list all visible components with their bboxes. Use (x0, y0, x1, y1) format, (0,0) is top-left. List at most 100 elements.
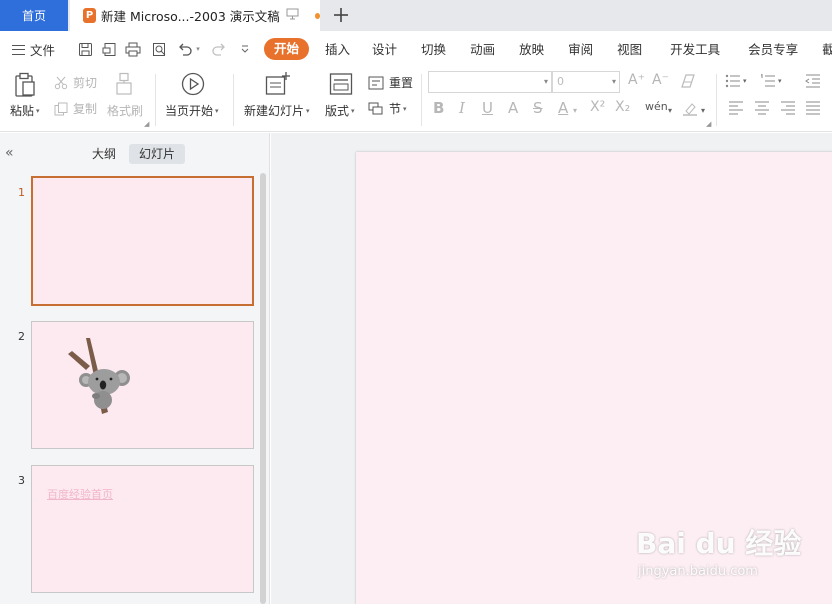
paste-icon[interactable] (13, 72, 37, 98)
align-left-icon[interactable] (728, 101, 744, 115)
file-menu-label: 文件 (30, 43, 56, 58)
new-slide-button[interactable]: 新建幻灯片 ▾ (244, 102, 310, 119)
title-bar: 首页 P 新建 Microso...-2003 演示文稿 (0, 0, 832, 31)
copy-icon (54, 102, 68, 115)
slide-number: 1 (18, 186, 25, 199)
section-label: 节 (389, 102, 402, 116)
cut-label: 剪切 (73, 76, 98, 90)
tab-slideshow[interactable]: 放映 (519, 39, 544, 58)
superscript-icon[interactable]: X² (590, 99, 605, 115)
undo-dropdown-icon[interactable]: ▾ (193, 40, 203, 58)
new-slide-icon[interactable] (265, 72, 291, 96)
align-right-icon[interactable] (780, 101, 796, 115)
slide-number: 3 (18, 474, 25, 487)
layout-icon[interactable] (329, 72, 353, 96)
decrease-indent-icon[interactable] (805, 74, 821, 88)
reset-button[interactable]: 重置 (368, 74, 413, 91)
slides-pane: « 大纲 幻灯片 1 2 3 百度经验首页 (0, 133, 270, 604)
add-tab-button[interactable] (330, 4, 352, 26)
phonetic-dropdown-icon[interactable]: ▾ (668, 106, 672, 115)
format-painter-button[interactable]: 格式刷 (107, 102, 143, 119)
slide-thumbnail-1[interactable] (31, 176, 254, 306)
menu-bar: 文件 ▾ 开始 插入 设计 切换 动画 放映 审阅 视图 开发工具 会员专享 截 (0, 31, 832, 66)
copy-label: 复制 (73, 102, 98, 116)
slide-3-text: 百度经验首页 (47, 488, 113, 501)
strikethrough-icon[interactable]: S (533, 99, 543, 117)
tab-home[interactable]: 首页 (0, 0, 68, 31)
slide-thumbnail-2[interactable] (31, 321, 254, 449)
scissors-icon (54, 76, 68, 89)
tab-insert[interactable]: 插入 (325, 39, 350, 58)
plus-icon (334, 8, 348, 22)
section-button[interactable]: 节 ▾ (368, 100, 407, 117)
export-pdf-icon[interactable] (100, 40, 118, 58)
collapse-pane-icon[interactable]: « (5, 145, 14, 161)
ribbon: 粘贴▾ 剪切 复制 格式刷 ◢ 当页开始▾ 新建幻灯片▾ 版式▾ 重置 (0, 66, 832, 132)
tab-transitions[interactable]: 切换 (421, 39, 446, 58)
subscript-icon[interactable]: X₂ (615, 99, 630, 115)
tab-member[interactable]: 会员专享 (748, 39, 798, 58)
font-expand-icon[interactable]: ◢ (706, 120, 711, 128)
font-size-value: 0 (557, 75, 564, 88)
tab-outline[interactable]: 大纲 (82, 144, 126, 164)
thumbnails-scrollbar[interactable] (260, 173, 266, 604)
screen-icon[interactable] (286, 8, 299, 23)
bold-icon[interactable]: B (433, 99, 444, 117)
reset-label: 重置 (389, 76, 414, 90)
font-size-select[interactable]: 0 ▾ (552, 71, 620, 93)
tab-overflow[interactable]: 截 (822, 39, 832, 58)
new-slide-label: 新建幻灯片 (244, 104, 305, 118)
highlight-dropdown-icon[interactable]: ▾ (701, 106, 705, 115)
play-icon[interactable] (181, 72, 205, 96)
play-from-current-label: 当页开始 (165, 104, 214, 118)
watermark: Bai du 经验 jingyan.baidu.com (636, 512, 801, 592)
tab-review[interactable]: 审阅 (568, 39, 593, 58)
phonetic-guide-icon[interactable]: wén (645, 100, 668, 113)
cut-button[interactable]: 剪切 (54, 74, 97, 91)
tab-animations[interactable]: 动画 (470, 39, 495, 58)
reset-icon (368, 76, 384, 89)
copy-button[interactable]: 复制 (54, 100, 97, 117)
paste-button[interactable]: 粘贴 ▾ (10, 102, 40, 119)
slide-number: 2 (18, 330, 25, 343)
font-color-icon[interactable]: A (558, 99, 568, 117)
shrink-font-icon[interactable]: A⁻ (652, 72, 669, 88)
ribbon-tabs: 开始 插入 设计 切换 动画 放映 审阅 视图 开发工具 会员专享 截 (264, 37, 832, 60)
format-painter-icon[interactable] (114, 72, 134, 96)
justify-icon[interactable] (805, 101, 821, 115)
layout-button[interactable]: 版式 ▾ (325, 102, 355, 119)
tab-slides[interactable]: 幻灯片 (129, 144, 186, 164)
koala-image (68, 338, 130, 414)
watermark-url: jingyan.baidu.com (638, 564, 758, 579)
tab-start[interactable]: 开始 (264, 37, 310, 60)
slide-thumbnail-3[interactable]: 百度经验首页 (31, 465, 254, 593)
hamburger-icon (12, 44, 25, 55)
print-icon[interactable] (124, 40, 142, 58)
watermark-logo: Bai du 经验 (636, 527, 802, 560)
numbered-list-icon[interactable]: ▾ (760, 74, 782, 88)
redo-icon[interactable] (210, 40, 228, 58)
highlight-icon[interactable] (682, 102, 698, 116)
tab-view[interactable]: 视图 (617, 39, 642, 58)
file-menu[interactable]: 文件 (12, 40, 55, 59)
clipboard-expand-icon[interactable]: ◢ (144, 120, 149, 128)
tab-developer[interactable]: 开发工具 (670, 39, 720, 58)
save-icon[interactable] (76, 40, 94, 58)
text-shadow-icon[interactable]: A (508, 99, 518, 117)
customize-toolbar-icon[interactable] (236, 40, 254, 58)
align-center-icon[interactable] (754, 101, 770, 115)
grow-font-icon[interactable]: A⁺ (628, 72, 645, 88)
paste-label: 粘贴 (10, 104, 35, 118)
font-name-select[interactable]: ▾ (428, 71, 552, 93)
play-from-current-button[interactable]: 当页开始 ▾ (165, 102, 219, 119)
undo-icon[interactable] (176, 40, 194, 58)
tab-design[interactable]: 设计 (372, 39, 397, 58)
bullet-list-icon[interactable]: ▾ (725, 74, 747, 88)
tab-document[interactable]: P 新建 Microso...-2003 演示文稿 (70, 0, 320, 31)
document-title: 新建 Microso...-2003 演示文稿 (101, 9, 280, 24)
underline-icon[interactable]: U (482, 99, 493, 117)
italic-icon[interactable]: I (459, 99, 465, 117)
print-preview-icon[interactable] (150, 40, 168, 58)
font-color-dropdown-icon[interactable]: ▾ (573, 106, 577, 115)
clear-format-icon[interactable] (680, 74, 696, 88)
